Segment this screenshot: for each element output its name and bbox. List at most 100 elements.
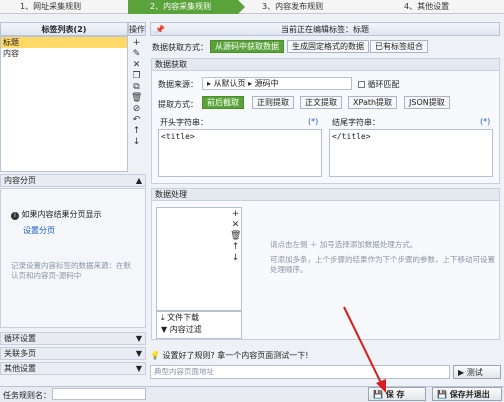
tag-item-title[interactable]: 标题 <box>1 37 127 48</box>
loop-settings-label: 循环设置 <box>4 334 36 343</box>
step-3[interactable]: 3、内容发布规则 <box>262 0 362 14</box>
data-fetch-group: 数据获取 数据来源： ▸ 从默认页 ▸ 源码中 循环匹配 提取方式： 前后截取 … <box>151 58 500 184</box>
tab-xpath[interactable]: XPath提取 <box>348 96 398 109</box>
content-filter-label: 内容过滤 <box>169 325 202 334</box>
tab-body[interactable]: 正文提取 <box>300 96 342 109</box>
add-icon[interactable]: + <box>131 38 142 49</box>
save-exit-button[interactable]: 💾 保存并退出 <box>432 387 502 401</box>
start-label: 开头字符串： <box>160 118 208 127</box>
content-filter-item[interactable]: ▼ 内容过滤 <box>157 324 241 336</box>
trash-icon[interactable]: 🗑 <box>131 93 142 104</box>
step-4[interactable]: 4、其他设置 <box>404 0 504 14</box>
expand-icon[interactable]: ▼ <box>136 333 142 345</box>
file-download-label: 文件下载 <box>167 313 200 322</box>
test-url-placeholder: 典型内容页面地址 <box>154 367 214 376</box>
loop-match-label: 循环匹配 <box>367 80 400 89</box>
test-hint: 💡 设置好了规则? 拿一个内容页面测试一下! <box>150 350 309 361</box>
toolbar-title: 操作 <box>128 22 146 36</box>
tab-tag-combo[interactable]: 已有标签组合 <box>370 40 428 53</box>
step-1[interactable]: 1、网址采集规则 <box>20 0 120 14</box>
editing-label: 当前正在编辑标签： <box>281 25 353 34</box>
move-down-icon[interactable]: ↓ <box>131 137 142 148</box>
other-settings[interactable]: 其他设置 ▼ <box>0 362 146 375</box>
loop-settings[interactable]: 循环设置 ▼ <box>0 332 146 345</box>
file-download-item[interactable]: ⤓ 文件下载 <box>157 312 241 324</box>
task-name-label: 任务规则名： <box>3 391 51 400</box>
add-icon[interactable]: + <box>230 209 241 220</box>
play-icon: ▶ <box>458 368 465 377</box>
bulb-icon: 💡 <box>150 351 160 360</box>
edit-icon[interactable]: ✎ <box>131 49 142 60</box>
processing-hint-1: 请点击左侧 ＋ 加号选择添加数据处理方式。 <box>270 240 418 249</box>
paging-title: 内容分页 <box>4 176 36 185</box>
steps-bar: 1、网址采集规则 2、内容采集规则 3、内容发布规则 4、其他设置 <box>0 0 504 14</box>
tag-toolbar: + ✎ ✕ ❐ ⧉ 🗑 ⊘ ↶ ↑ ↓ <box>131 38 143 148</box>
end-star[interactable]: (*) <box>480 117 490 126</box>
paging-hint-text: 如果内容结果分页显示 <box>21 210 102 219</box>
start-star[interactable]: (*) <box>308 117 318 126</box>
related-pages[interactable]: 关联多页 ▼ <box>0 347 146 360</box>
download-icon: ⤓ <box>161 313 165 322</box>
red-arrow-annotation <box>343 306 386 393</box>
loop-match[interactable]: 循环匹配 <box>358 79 400 90</box>
editing-tag: 标题 <box>353 25 369 34</box>
processing-options: ⤓ 文件下载 ▼ 内容过滤 <box>156 311 242 339</box>
path-arrow-icon: ▸ <box>248 79 253 88</box>
clear-icon[interactable]: ⊘ <box>131 104 142 115</box>
paging-header[interactable]: 内容分页 ▲ <box>0 174 146 187</box>
filter-icon: ▼ <box>161 325 168 334</box>
end-label: 结尾字符串： <box>332 118 380 127</box>
source-label: 数据来源： <box>158 80 198 89</box>
processing-group: 数据处理 ⤓ 文件下载 ▼ 内容过滤 + ✕ 🗑 ↑ ↓ 请点击左侧 ＋ 加号选… <box>151 188 500 340</box>
test-button[interactable]: ▶ 测试 <box>453 365 501 379</box>
loop-match-checkbox[interactable] <box>358 81 365 88</box>
source-path-1: 从默认页 <box>213 79 246 88</box>
set-paging-link[interactable]: 设置分页 <box>23 225 55 236</box>
data-fetch-title: 数据获取 <box>152 59 499 71</box>
test-button-label: 测试 <box>466 368 483 377</box>
pin-icon[interactable]: 📌 <box>155 23 165 36</box>
copy-icon[interactable]: ❐ <box>131 71 142 82</box>
tag-list: 标题 内容 <box>0 36 128 172</box>
trash-icon[interactable]: 🗑 <box>230 231 241 242</box>
info-icon: i <box>11 212 19 220</box>
tag-item-content[interactable]: 内容 <box>1 48 127 59</box>
data-method-label: 数据获取方式： <box>152 43 208 52</box>
expand-icon[interactable]: ▼ <box>136 363 142 375</box>
task-name-input[interactable] <box>52 388 146 400</box>
move-up-icon[interactable]: ↑ <box>131 126 142 137</box>
paging-hint: i 如果内容结果分页显示 <box>11 209 102 220</box>
editing-header: 📌 当前正在编辑标签：标题 <box>150 22 500 36</box>
paste-icon[interactable]: ⧉ <box>131 82 142 93</box>
source-path[interactable]: ▸ 从默认页 ▸ 源码中 <box>202 77 352 90</box>
record-hint: 记录设置内容标签的数据来源：在默认页和内容页-源码中 <box>11 261 131 280</box>
test-hint-text: 设置好了规则? 拿一个内容页面测试一下! <box>162 351 309 360</box>
start-string-input[interactable]: <title> <box>158 129 322 177</box>
delete-icon[interactable]: ✕ <box>230 220 241 231</box>
undo-icon[interactable]: ↶ <box>131 115 142 126</box>
paging-panel: i 如果内容结果分页显示 设置分页 记录设置内容标签的数据来源：在默认页和内容页… <box>0 188 146 328</box>
related-pages-label: 关联多页 <box>4 349 36 358</box>
tab-fixed-format[interactable]: 生成固定格式的数据 <box>287 40 369 53</box>
move-down-icon[interactable]: ↓ <box>230 253 241 264</box>
tab-from-source[interactable]: 从源码中获取数据 <box>210 40 284 53</box>
other-settings-label: 其他设置 <box>4 364 36 373</box>
tag-list-header: 标签列表(2) <box>0 22 128 36</box>
save-exit-label: 保存并退出 <box>449 390 490 399</box>
expand-icon[interactable]: ▼ <box>136 348 142 360</box>
floppy-icon: 💾 <box>437 390 447 399</box>
delete-icon[interactable]: ✕ <box>131 60 142 71</box>
collapse-icon[interactable]: ▲ <box>136 175 142 187</box>
tab-json[interactable]: JSON提取 <box>404 96 450 109</box>
tab-front-back[interactable]: 前后截取 <box>202 96 244 109</box>
extract-label: 提取方式： <box>158 100 198 109</box>
tab-regex[interactable]: 正则提取 <box>252 96 294 109</box>
move-up-icon[interactable]: ↑ <box>230 242 241 253</box>
end-string-input[interactable]: </title> <box>329 129 493 177</box>
processing-title: 数据处理 <box>152 189 499 201</box>
test-url-input[interactable]: 典型内容页面地址 <box>150 365 450 379</box>
processing-hint-2: 可添加多条，上个步骤的结果作为下个步骤的参数，上下移动可设置处理顺序。 <box>270 255 495 274</box>
step-2[interactable]: 2、内容采集规则 <box>128 0 245 14</box>
path-arrow-icon: ▸ <box>207 79 212 88</box>
source-path-2: 源码中 <box>254 79 279 88</box>
